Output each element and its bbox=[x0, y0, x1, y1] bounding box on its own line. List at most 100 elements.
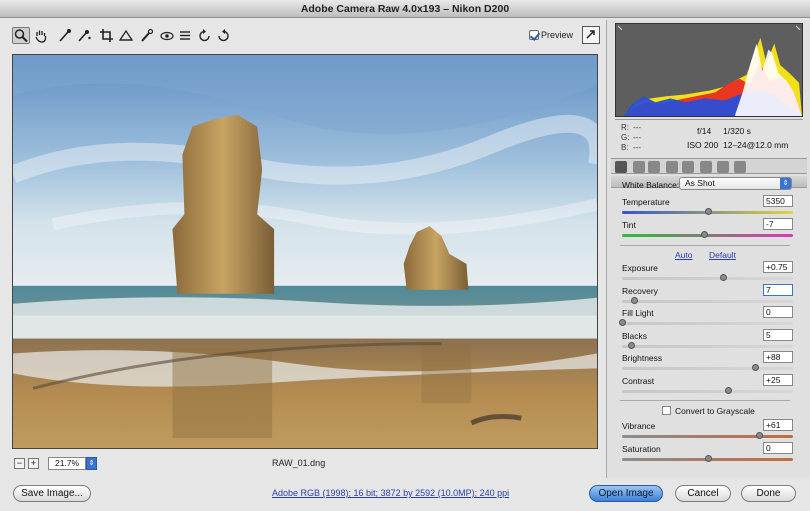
vibrance-value[interactable]: +61 bbox=[763, 419, 793, 431]
recovery-track[interactable] bbox=[622, 300, 793, 303]
retouch-icon[interactable] bbox=[138, 27, 156, 44]
temperature-control[interactable]: Temperature 5350 bbox=[622, 195, 793, 219]
default-link[interactable]: Default bbox=[709, 250, 736, 260]
g-label: G: bbox=[621, 133, 630, 142]
preferences-icon[interactable] bbox=[176, 27, 194, 44]
r-value: --- bbox=[633, 123, 641, 132]
brightness-value[interactable]: +88 bbox=[763, 351, 793, 363]
r-label: R: bbox=[621, 123, 629, 132]
dialog-footer: Save Image... Adobe RGB (1998); 16 bit; … bbox=[0, 478, 810, 511]
workflow-options-link[interactable]: Adobe RGB (1998); 16 bit; 3872 by 2592 (… bbox=[272, 488, 509, 498]
red-eye-icon[interactable] bbox=[158, 27, 176, 44]
done-button[interactable]: Done bbox=[741, 485, 796, 502]
divider bbox=[620, 245, 790, 246]
blacks-control[interactable]: Blacks 5 bbox=[622, 329, 793, 353]
temperature-label: Temperature bbox=[622, 197, 670, 207]
exposure-thumb[interactable] bbox=[719, 274, 727, 281]
blacks-track[interactable] bbox=[622, 345, 793, 348]
exposure-value[interactable]: +0.75 bbox=[763, 261, 793, 273]
vibrance-thumb[interactable] bbox=[755, 432, 763, 439]
tint-value[interactable]: -7 bbox=[763, 218, 793, 230]
saturation-control[interactable]: Saturation 0 bbox=[622, 442, 793, 466]
white-balance-label: White Balance: bbox=[622, 180, 680, 190]
grayscale-checkbox[interactable] bbox=[662, 406, 671, 415]
image-status-bar: − + 21.7% ⇕ RAW_01.dng bbox=[12, 457, 598, 471]
fullscreen-button[interactable] bbox=[582, 26, 600, 44]
divider bbox=[620, 400, 790, 401]
g-value: --- bbox=[633, 133, 641, 142]
eyedropper-icon[interactable] bbox=[56, 27, 74, 44]
recovery-label: Recovery bbox=[622, 286, 658, 296]
hand-tool-icon[interactable] bbox=[32, 27, 50, 44]
fill-light-track[interactable] bbox=[622, 322, 793, 325]
contrast-control[interactable]: Contrast +25 bbox=[622, 374, 793, 398]
blacks-label: Blacks bbox=[622, 331, 648, 341]
tab-hsl-icon[interactable] bbox=[666, 161, 678, 173]
tab-split-toning-icon[interactable] bbox=[682, 161, 694, 173]
blacks-thumb[interactable] bbox=[627, 342, 635, 349]
temperature-thumb[interactable] bbox=[704, 208, 712, 215]
tab-lens-icon[interactable] bbox=[700, 161, 712, 173]
histogram bbox=[615, 23, 803, 117]
exposure-label: Exposure bbox=[622, 263, 658, 273]
temperature-value[interactable]: 5350 bbox=[763, 195, 793, 207]
contrast-value[interactable]: +25 bbox=[763, 374, 793, 386]
saturation-value[interactable]: 0 bbox=[763, 442, 793, 454]
contrast-track[interactable] bbox=[622, 390, 793, 393]
zoom-stepper[interactable]: ⇕ bbox=[86, 457, 97, 470]
window-title: Adobe Camera Raw 4.0x193 – Nikon D200 bbox=[0, 0, 810, 18]
zoom-tool-icon[interactable] bbox=[12, 27, 30, 44]
vibrance-control[interactable]: Vibrance +61 bbox=[622, 419, 793, 443]
tint-control[interactable]: Tint -7 bbox=[622, 218, 793, 242]
straighten-icon[interactable] bbox=[117, 27, 135, 44]
iso: ISO 200 bbox=[687, 140, 719, 150]
contrast-label: Contrast bbox=[622, 376, 655, 386]
save-image-button[interactable]: Save Image... bbox=[13, 485, 91, 502]
b-value: --- bbox=[633, 143, 641, 152]
lens: 12–24@12.0 mm bbox=[723, 140, 789, 150]
zoom-out-button[interactable]: − bbox=[14, 458, 25, 469]
fullscreen-icon bbox=[586, 30, 595, 39]
tab-presets-icon[interactable] bbox=[734, 161, 746, 173]
toolbar bbox=[8, 24, 604, 48]
tab-basic-icon[interactable] bbox=[615, 161, 627, 173]
saturation-label: Saturation bbox=[622, 444, 661, 454]
vibrance-track[interactable] bbox=[622, 435, 793, 438]
image-preview[interactable] bbox=[12, 54, 598, 449]
recovery-thumb[interactable] bbox=[630, 297, 638, 304]
aperture: f/14 bbox=[697, 126, 712, 136]
zoom-in-button[interactable]: + bbox=[28, 458, 39, 469]
tab-tone-curve-icon[interactable] bbox=[633, 161, 645, 173]
grayscale-label: Convert to Grayscale bbox=[675, 406, 755, 416]
rotate-left-icon[interactable] bbox=[196, 27, 214, 44]
open-image-button[interactable]: Open Image bbox=[589, 485, 663, 502]
tab-detail-icon[interactable] bbox=[648, 161, 660, 173]
brightness-label: Brightness bbox=[622, 353, 663, 363]
white-balance-value: As Shot bbox=[685, 178, 715, 188]
tab-calibration-icon[interactable] bbox=[717, 161, 729, 173]
image-filename: RAW_01.dng bbox=[272, 458, 326, 468]
cancel-button[interactable]: Cancel bbox=[675, 485, 731, 502]
recovery-control[interactable]: Recovery 7 bbox=[622, 284, 793, 308]
exposure-control[interactable]: Exposure +0.75 bbox=[622, 261, 793, 285]
zoom-level-field[interactable]: 21.7% bbox=[48, 457, 86, 470]
contrast-thumb[interactable] bbox=[725, 387, 733, 394]
color-sampler-icon[interactable] bbox=[75, 27, 93, 44]
saturation-thumb[interactable] bbox=[704, 455, 712, 462]
brightness-track[interactable] bbox=[622, 367, 793, 370]
blacks-value[interactable]: 5 bbox=[763, 329, 793, 341]
shutter-speed: 1/320 s bbox=[723, 126, 751, 136]
fill-light-label: Fill Light bbox=[622, 308, 654, 318]
crop-icon[interactable] bbox=[98, 27, 116, 44]
b-label: B: bbox=[621, 143, 629, 152]
auto-link[interactable]: Auto bbox=[675, 250, 693, 260]
rotate-right-icon[interactable] bbox=[214, 27, 232, 44]
fill-light-thumb[interactable] bbox=[619, 319, 626, 326]
white-balance-select[interactable]: As Shot ⇕ bbox=[679, 177, 792, 190]
brightness-control[interactable]: Brightness +88 bbox=[622, 351, 793, 375]
preview-checkbox[interactable] bbox=[529, 30, 539, 40]
fill-light-value[interactable]: 0 bbox=[763, 306, 793, 318]
fill-light-control[interactable]: Fill Light 0 bbox=[619, 306, 793, 330]
exposure-track[interactable] bbox=[622, 277, 793, 280]
recovery-value[interactable]: 7 bbox=[763, 284, 793, 296]
